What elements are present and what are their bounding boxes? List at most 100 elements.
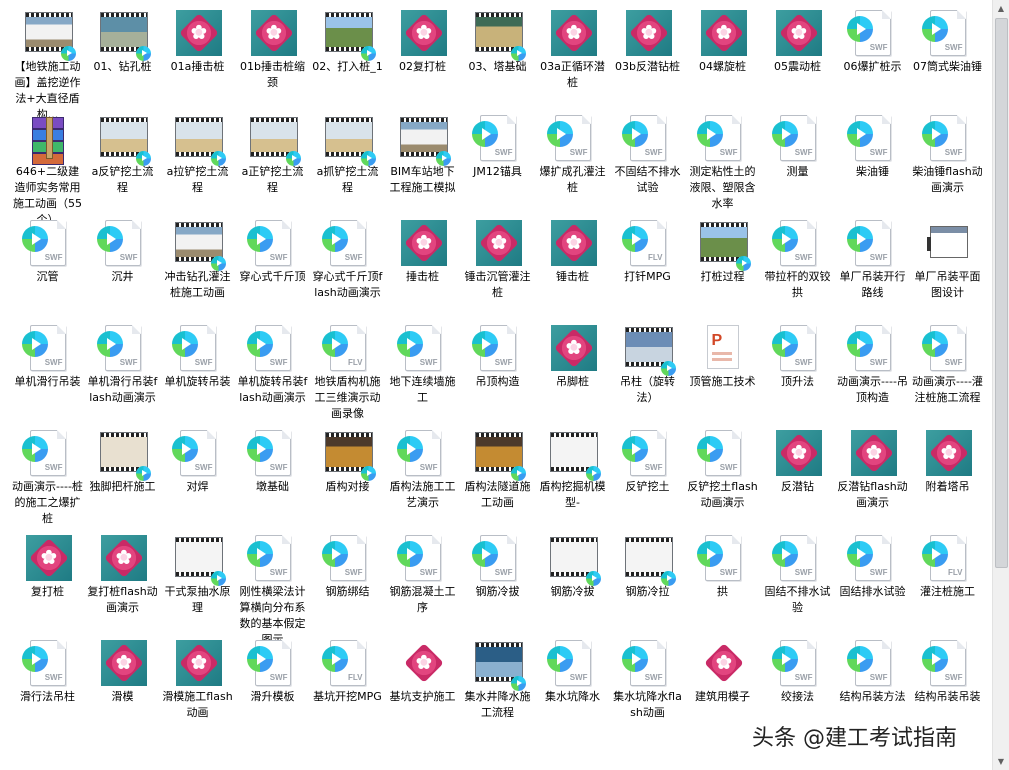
file-item[interactable]: SWF 吊顶构造: [460, 318, 535, 423]
file-item[interactable]: ✿ 附着塔吊: [910, 423, 985, 528]
file-item[interactable]: SWF 沉井: [85, 213, 160, 318]
file-item[interactable]: SWF 顶升法: [760, 318, 835, 423]
file-item[interactable]: SWF 单机旋转吊装flash动画演示: [235, 318, 310, 423]
file-item[interactable]: SWF 不固结不排水试验: [610, 108, 685, 213]
file-item[interactable]: 打桩过程: [685, 213, 760, 318]
file-item[interactable]: SWF 06爆扩桩示: [835, 3, 910, 108]
file-item[interactable]: ✿ 05震动桩: [760, 3, 835, 108]
file-item[interactable]: ✿ 03b反潜钻桩: [610, 3, 685, 108]
file-item[interactable]: a反铲挖土流程: [85, 108, 160, 213]
file-item[interactable]: FLV 灌注桩施工: [910, 528, 985, 633]
file-item[interactable]: a正铲挖土流程: [235, 108, 310, 213]
video-thumbnail-icon: [324, 8, 376, 61]
file-item[interactable]: SWF 07筒式柴油锤: [910, 3, 985, 108]
file-item[interactable]: 钢筋冷拉: [610, 528, 685, 633]
file-item[interactable]: SWF 集水坑降水flash动画: [610, 633, 685, 738]
file-item[interactable]: FLV 打钎MPG: [610, 213, 685, 318]
file-item[interactable]: SWF 集水坑降水: [535, 633, 610, 738]
file-item[interactable]: SWF 固结排水试验: [835, 528, 910, 633]
file-item[interactable]: ✿ 锤击沉管灌注桩: [460, 213, 535, 318]
file-item[interactable]: ✿ 复打桩: [10, 528, 85, 633]
file-item[interactable]: ✿ 滑模: [85, 633, 160, 738]
file-item[interactable]: 吊柱（旋转法）: [610, 318, 685, 423]
file-item[interactable]: ✿ 建筑用模子: [685, 633, 760, 738]
file-item[interactable]: SWF 沉管: [10, 213, 85, 318]
file-name-label: 盾构对接: [325, 480, 370, 493]
file-item[interactable]: SWF 地下连续墙施工: [385, 318, 460, 423]
video-thumbnail-icon: [624, 323, 676, 376]
file-item[interactable]: 集水井降水施工流程: [460, 633, 535, 738]
file-item[interactable]: ✿ 锤击桩: [535, 213, 610, 318]
file-item[interactable]: SWF 反铲挖土: [610, 423, 685, 528]
file-item[interactable]: SWF 动画演示----吊顶构造: [835, 318, 910, 423]
file-item[interactable]: SWF 柴油锤flash动画演示: [910, 108, 985, 213]
file-item[interactable]: ✿ 捶击桩: [385, 213, 460, 318]
file-item[interactable]: 646+二级建造师实务常用施工动画（55个）: [10, 108, 85, 226]
file-item[interactable]: FLV 地铁盾构机施工三维演示动画录像: [310, 318, 385, 423]
scroll-thumb[interactable]: [995, 18, 1008, 568]
file-item[interactable]: 盾构法隧道施工动画: [460, 423, 535, 528]
file-item[interactable]: ✿ 滑模施工flash动画: [160, 633, 235, 738]
file-item[interactable]: a抓铲挖土流程: [310, 108, 385, 213]
file-item[interactable]: ✿ 01b捶击桩缩颈: [235, 3, 310, 108]
file-item[interactable]: SWF 反铲挖土flash动画演示: [685, 423, 760, 528]
video-thumbnail-icon: [324, 113, 376, 166]
file-item[interactable]: ✿ 02复打桩: [385, 3, 460, 108]
file-item[interactable]: SWF 测定粘性土的液限、塑限含水率: [685, 108, 760, 213]
file-item[interactable]: 【地铁施工动画】盖挖逆作法+大直径盾构...: [10, 3, 85, 121]
file-item[interactable]: SWF 钢筋绑结: [310, 528, 385, 633]
file-item[interactable]: SWF 动画演示----灌注桩施工流程: [910, 318, 985, 423]
file-item[interactable]: SWF 穿心式千斤顶: [235, 213, 310, 318]
vertical-scrollbar[interactable]: ▲ ▼: [992, 0, 1009, 770]
file-item[interactable]: SWF 单厂吊装开行路线: [835, 213, 910, 318]
file-item[interactable]: ✿ 03a正循环潜桩: [535, 3, 610, 108]
file-item[interactable]: 钢筋冷拔: [535, 528, 610, 633]
file-item[interactable]: a拉铲挖土流程: [160, 108, 235, 213]
file-item[interactable]: 单厂吊装平面图设计: [910, 213, 985, 318]
file-item[interactable]: ✿ 04螺旋桩: [685, 3, 760, 108]
file-item[interactable]: SWF 单机旋转吊装: [160, 318, 235, 423]
file-item[interactable]: P 顶管施工技术: [685, 318, 760, 423]
file-item[interactable]: 冲击钻孔灌注桩施工动画: [160, 213, 235, 318]
file-item[interactable]: SWF JM12锚具: [460, 108, 535, 213]
file-item[interactable]: ✿ 吊脚桩: [535, 318, 610, 423]
file-item[interactable]: SWF 固结不排水试验: [760, 528, 835, 633]
file-item[interactable]: SWF 单机滑行吊装flash动画演示: [85, 318, 160, 423]
file-item[interactable]: SWF刚性横梁法计算横向分布系数的基本假定图示: [235, 528, 310, 646]
file-item[interactable]: ✿ 01a捶击桩: [160, 3, 235, 108]
file-item[interactable]: SWF 带拉杆的双铰拱: [760, 213, 835, 318]
file-item[interactable]: SWF 测量: [760, 108, 835, 213]
file-item[interactable]: ✿ 基坑支护施工: [385, 633, 460, 738]
file-item[interactable]: ✿ 反潜钻: [760, 423, 835, 528]
file-item[interactable]: SWF 滑升模板: [235, 633, 310, 738]
file-item[interactable]: SWF 对焊: [160, 423, 235, 528]
flash-movie-icon: ✿: [99, 533, 147, 581]
file-item[interactable]: 01、钻孔桩: [85, 3, 160, 108]
file-item[interactable]: SWF 爆扩成孔灌注桩: [535, 108, 610, 213]
swf-file-icon: SWF: [921, 8, 972, 56]
file-name-label: 钢筋绑结: [325, 585, 370, 598]
file-name-label: 柴油锤flash动画演示: [912, 165, 983, 194]
file-item[interactable]: ✿ 复打桩flash动画演示: [85, 528, 160, 633]
file-item[interactable]: 盾构对接: [310, 423, 385, 528]
file-item[interactable]: 03、塔基础: [460, 3, 535, 108]
file-item[interactable]: SWF 柴油锤: [835, 108, 910, 213]
file-item[interactable]: SWF 钢筋混凝土工序: [385, 528, 460, 633]
file-item[interactable]: BIM车站地下工程施工模拟: [385, 108, 460, 213]
file-item[interactable]: SWF 滑行法吊柱: [10, 633, 85, 738]
file-item[interactable]: 盾构挖掘机模型-: [535, 423, 610, 528]
file-item[interactable]: SWF 动画演示----桩的施工之爆扩桩: [10, 423, 85, 528]
file-item[interactable]: 02、打入桩_1: [310, 3, 385, 108]
file-item[interactable]: SWF 穿心式千斤顶flash动画演示: [310, 213, 385, 318]
file-item[interactable]: SWF 墩基础: [235, 423, 310, 528]
file-item[interactable]: SWF 单机滑行吊装: [10, 318, 85, 423]
scroll-down-arrow-icon[interactable]: ▼: [993, 753, 1009, 770]
file-item[interactable]: FLV 基坑开挖MPG: [310, 633, 385, 738]
file-item[interactable]: 干式泵抽水原理: [160, 528, 235, 633]
scroll-up-arrow-icon[interactable]: ▲: [993, 0, 1009, 17]
file-item[interactable]: SWF 钢筋冷拔: [460, 528, 535, 633]
file-item[interactable]: SWF 盾构法施工工艺演示: [385, 423, 460, 528]
file-item[interactable]: ✿ 反潜钻flash动画演示: [835, 423, 910, 528]
file-item[interactable]: SWF 拱: [685, 528, 760, 633]
file-item[interactable]: 独脚把杆施工: [85, 423, 160, 528]
